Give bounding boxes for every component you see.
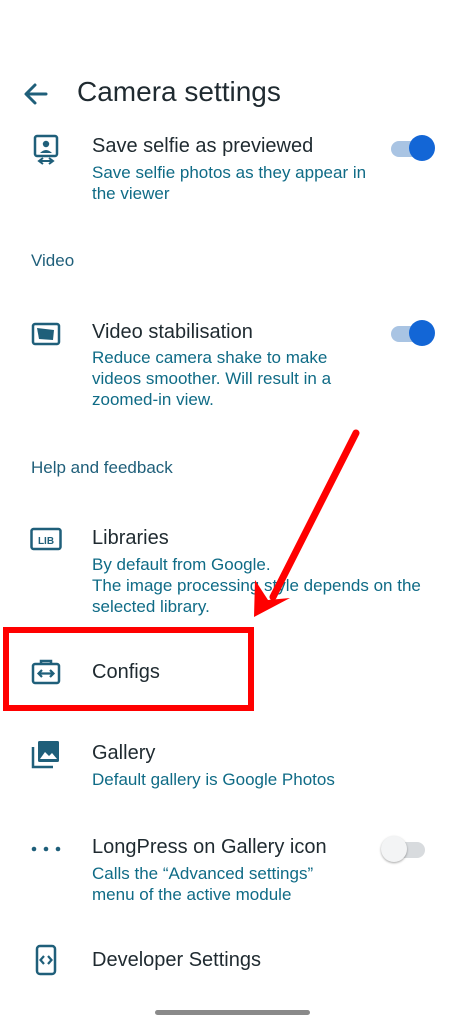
more-dots-icon [30,833,62,865]
home-indicator[interactable] [155,1010,310,1015]
back-button[interactable] [18,78,54,110]
setting-subtitle: Save selfie photos as they appear in the… [92,163,367,203]
configs-icon [30,656,62,688]
developer-icon [30,944,62,976]
setting-title: Gallery [92,742,156,764]
setting-subtitle: Calls the “Advanced settings” menu of th… [92,864,314,904]
setting-libraries[interactable]: LIB Libraries By default from Google. Th… [0,515,465,620]
setting-subtitle-line1: By default from Google. [92,555,271,574]
back-arrow-icon [24,83,48,105]
setting-title: Video stabilisation [92,321,253,343]
setting-title: Developer Settings [92,949,261,971]
gallery-icon [30,738,62,770]
setting-title: Libraries [92,527,169,549]
setting-developer[interactable]: Developer Settings [0,935,465,990]
setting-subtitle-line2: The image processing style depends on th… [92,576,421,616]
save-selfie-toggle[interactable] [391,134,437,162]
setting-save-selfie[interactable]: Save selfie as previewed Save selfie pho… [0,122,465,212]
svg-text:LIB: LIB [38,536,54,547]
section-header-video: Video [31,251,75,270]
setting-title: Save selfie as previewed [92,135,314,157]
setting-title: LongPress on Gallery icon [92,836,327,858]
setting-configs[interactable]: Configs [0,640,465,704]
longpress-gallery-toggle[interactable] [381,835,429,863]
video-stabilisation-toggle[interactable] [391,319,437,347]
selfie-icon [30,134,62,166]
lib-icon: LIB [30,523,62,555]
setting-subtitle: Reduce camera shake to make videos smoot… [92,348,332,409]
video-stabilisation-icon [30,318,62,350]
setting-title: Configs [92,661,160,683]
setting-longpress-gallery[interactable]: LongPress on Gallery icon Calls the “Adv… [0,823,465,913]
setting-subtitle: Default gallery is Google Photos [92,770,335,789]
setting-gallery[interactable]: Gallery Default gallery is Google Photos [0,730,465,805]
section-header-help: Help and feedback [31,458,173,477]
page-title: Camera settings [77,76,281,107]
setting-video-stabilisation[interactable]: Video stabilisation Reduce camera shake … [0,308,465,413]
